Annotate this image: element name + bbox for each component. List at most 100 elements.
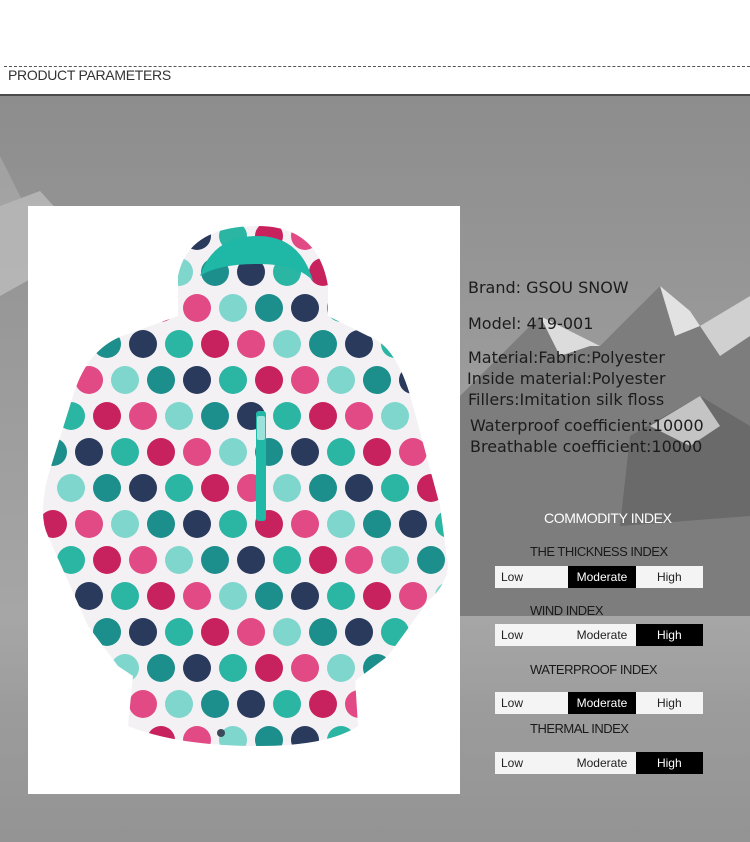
commodity-index-title: COMMODITY INDEX bbox=[544, 510, 672, 526]
jacket-dot bbox=[363, 438, 391, 466]
jacket-dot bbox=[327, 726, 355, 746]
jacket-dot bbox=[43, 226, 67, 250]
level-high: High bbox=[656, 696, 682, 710]
jacket-dot bbox=[57, 618, 85, 646]
jacket-dot bbox=[273, 546, 301, 574]
jacket-dot bbox=[345, 330, 373, 358]
jacket-dot bbox=[381, 618, 409, 646]
jacket-dot bbox=[75, 438, 103, 466]
jacket-dot bbox=[237, 330, 265, 358]
jacket-dot bbox=[165, 330, 193, 358]
jacket-dot bbox=[309, 618, 337, 646]
jacket-dot bbox=[381, 474, 409, 502]
jacket-dot bbox=[201, 474, 229, 502]
jacket-dot bbox=[399, 366, 427, 394]
jacket-dot bbox=[273, 690, 301, 718]
level-moderate: Moderate bbox=[576, 756, 628, 770]
thickness-index-title: THE THICKNESS INDEX bbox=[530, 544, 668, 559]
jacket-dot bbox=[255, 582, 283, 610]
jacket-dot bbox=[435, 366, 448, 394]
jacket-dot bbox=[363, 726, 391, 746]
jacket-dot bbox=[273, 474, 301, 502]
jacket-dot bbox=[255, 294, 283, 322]
jacket-dot bbox=[147, 294, 175, 322]
jacket-dot bbox=[417, 330, 445, 358]
jacket-dot bbox=[291, 294, 319, 322]
jacket-dot bbox=[75, 294, 103, 322]
jacket-dot bbox=[219, 654, 247, 682]
level-high: High bbox=[635, 752, 703, 774]
jacket-dot bbox=[219, 582, 247, 610]
jacket-dot bbox=[93, 402, 121, 430]
jacket-dot bbox=[435, 294, 448, 322]
jacket-dot bbox=[327, 366, 355, 394]
jacket-dot bbox=[399, 294, 427, 322]
jacket-dot bbox=[399, 226, 427, 250]
jacket-dot bbox=[111, 654, 139, 682]
jacket-dot bbox=[129, 690, 157, 718]
waterproof-line: Waterproof coefficient:10000 bbox=[470, 416, 704, 435]
jacket-dot bbox=[183, 294, 211, 322]
jacket-dot bbox=[93, 330, 121, 358]
thermal-index-bar: Low Moderate High bbox=[495, 752, 703, 774]
jacket-dot bbox=[399, 654, 427, 682]
jacket-dot bbox=[435, 226, 448, 250]
jacket-dot bbox=[309, 546, 337, 574]
jacket-dot bbox=[75, 226, 103, 250]
jacket-dot bbox=[309, 474, 337, 502]
wind-index-bar: Low Moderate High bbox=[495, 624, 703, 646]
jacket-dot bbox=[75, 510, 103, 538]
level-low: Low bbox=[501, 696, 524, 710]
jacket-dot bbox=[165, 474, 193, 502]
jacket-dot bbox=[255, 726, 283, 746]
jacket-dot bbox=[327, 510, 355, 538]
jacket-dot bbox=[309, 690, 337, 718]
jacket-dot bbox=[309, 258, 337, 286]
jacket-dot bbox=[399, 438, 427, 466]
level-low: Low bbox=[501, 570, 524, 584]
waterproof-index-bar: Low Moderate High bbox=[495, 692, 703, 714]
jacket-dot bbox=[93, 258, 121, 286]
jacket-dot bbox=[43, 654, 67, 682]
brand-line: Brand: GSOU SNOW bbox=[468, 278, 629, 297]
jacket-dot bbox=[291, 582, 319, 610]
jacket-dot bbox=[57, 402, 85, 430]
material-line: Material:Fabric:Polyester bbox=[468, 348, 665, 367]
jacket-dot bbox=[183, 582, 211, 610]
jacket-dot bbox=[363, 366, 391, 394]
jacket-dot bbox=[93, 618, 121, 646]
jacket-dot bbox=[75, 654, 103, 682]
jacket-dot bbox=[165, 690, 193, 718]
jacket-dot bbox=[345, 402, 373, 430]
jacket-dot bbox=[417, 618, 445, 646]
jacket-dot bbox=[399, 582, 427, 610]
jacket-dot bbox=[291, 654, 319, 682]
jacket-dot bbox=[165, 402, 193, 430]
jacket-dot bbox=[363, 226, 391, 250]
jacket-dot bbox=[291, 510, 319, 538]
jacket-dot bbox=[165, 618, 193, 646]
jacket-dot bbox=[309, 330, 337, 358]
jacket-dot bbox=[381, 330, 409, 358]
jacket-dot bbox=[183, 654, 211, 682]
jacket-dot bbox=[363, 582, 391, 610]
level-low: Low bbox=[501, 756, 524, 770]
jacket-dot bbox=[57, 330, 85, 358]
jacket-dot bbox=[435, 726, 448, 746]
jacket-dot bbox=[219, 510, 247, 538]
jacket-dot bbox=[291, 226, 319, 250]
jacket-dot bbox=[147, 438, 175, 466]
jacket-dot bbox=[183, 510, 211, 538]
jacket-dot bbox=[345, 618, 373, 646]
jacket-dot bbox=[93, 474, 121, 502]
jacket-dot bbox=[381, 402, 409, 430]
jacket-dot bbox=[381, 690, 409, 718]
jacket-dot bbox=[327, 654, 355, 682]
section-title: PRODUCT PARAMETERS bbox=[8, 67, 171, 83]
jacket-dot bbox=[129, 618, 157, 646]
inside-material-line: Inside material:Polyester bbox=[467, 369, 666, 388]
jacket-dot bbox=[183, 226, 211, 250]
breathable-line: Breathable coefficient:10000 bbox=[470, 437, 703, 456]
jacket-dot bbox=[43, 294, 67, 322]
jacket-dot bbox=[327, 226, 355, 250]
